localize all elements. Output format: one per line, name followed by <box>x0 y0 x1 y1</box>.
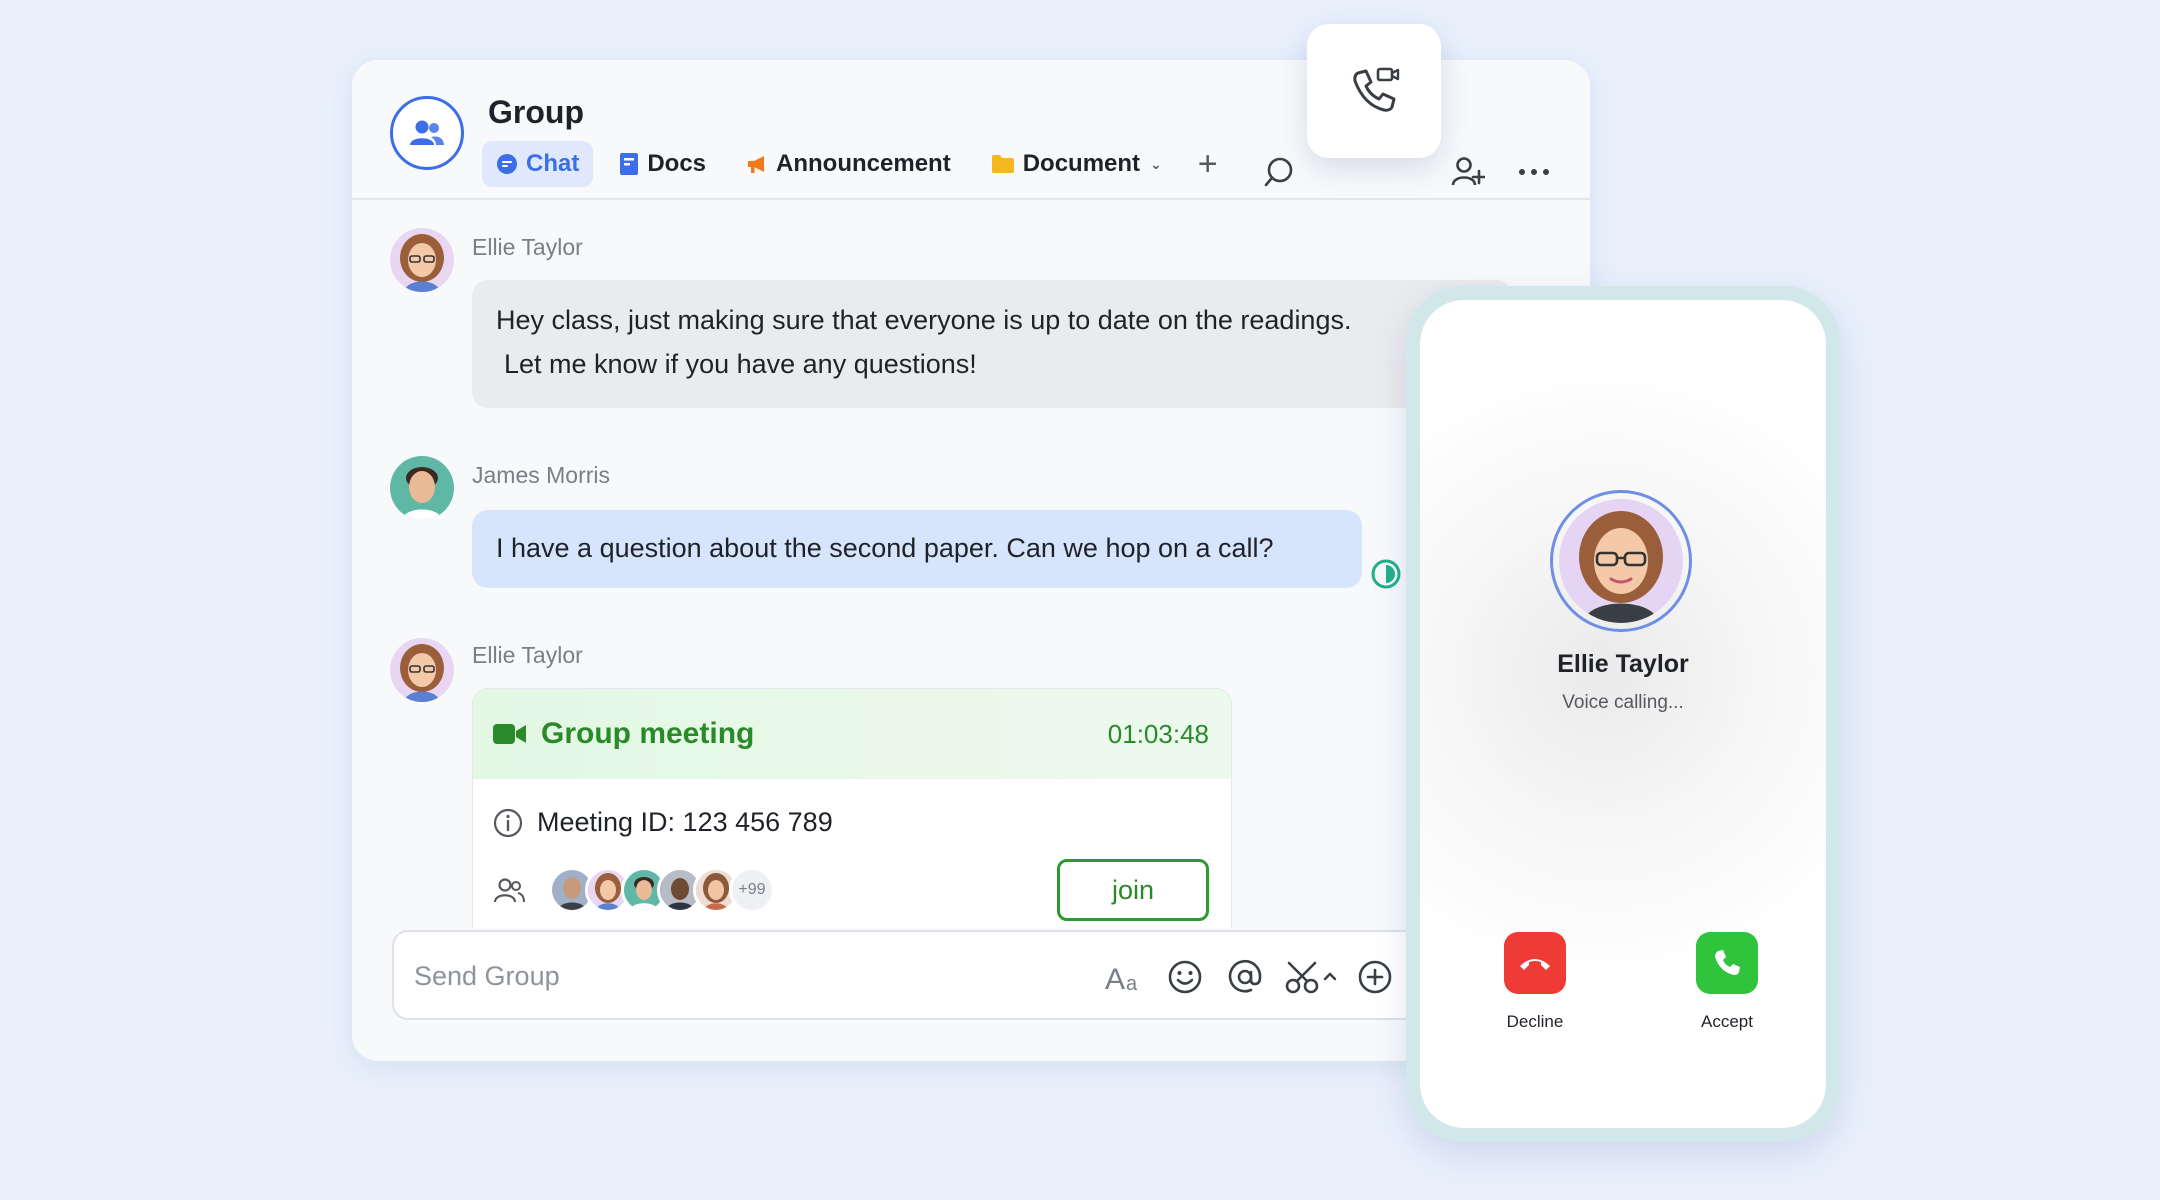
emoji-button[interactable] <box>1162 954 1208 1000</box>
more-icon <box>1519 169 1549 175</box>
text-format-icon: A a <box>1105 963 1138 993</box>
plus-circle-icon <box>1358 960 1392 994</box>
tab-chat[interactable]: Chat <box>482 141 594 187</box>
message-bubble[interactable]: Hey class, just making sure that everyon… <box>472 280 1512 408</box>
tab-document-label: Document <box>1022 150 1141 177</box>
decline-label: Decline <box>1506 1012 1564 1031</box>
tab-docs[interactable]: Docs <box>605 141 720 187</box>
folder-icon <box>991 155 1014 173</box>
more-participants-badge[interactable]: +99 <box>729 867 775 913</box>
meeting-id-row: Meeting ID: 123 456 789 <box>493 807 833 838</box>
avatar-james[interactable] <box>390 456 454 520</box>
docs-icon <box>620 153 639 175</box>
chat-bubble-icon <box>497 154 517 174</box>
call-button[interactable] <box>1307 24 1441 158</box>
read-status-icon <box>1371 559 1401 589</box>
caller-avatar-photo <box>1559 499 1683 623</box>
meeting-title: Group meeting <box>541 717 755 750</box>
accept-button[interactable] <box>1696 932 1758 994</box>
tab-chat-label: Chat <box>526 150 580 177</box>
group-title: Group <box>488 94 584 130</box>
add-member-icon <box>1451 157 1485 186</box>
group-users-icon <box>410 120 444 145</box>
info-icon <box>493 808 523 837</box>
mention-button[interactable] <box>1222 954 1268 1000</box>
phone-hangup-icon <box>1520 959 1550 970</box>
message-line: Let me know if you have any questions! <box>504 349 977 379</box>
accept-label: Accept <box>1701 1012 1753 1031</box>
text-format-button[interactable]: A a <box>1102 954 1148 1000</box>
add-tab-button[interactable]: + <box>1188 145 1228 184</box>
message-bubble[interactable]: I have a question about the second paper… <box>472 510 1362 588</box>
tab-announcement-label: Announcement <box>776 150 951 177</box>
mention-icon <box>1228 959 1262 993</box>
phone-screen: Ellie Taylor Voice calling... Decline Ac… <box>1420 300 1826 1128</box>
message-input[interactable] <box>414 952 1054 1000</box>
decline-button[interactable] <box>1504 932 1566 994</box>
sender-name: Ellie Taylor <box>472 234 583 260</box>
phone-accept-icon <box>1715 950 1740 975</box>
meeting-id: Meeting ID: 123 456 789 <box>537 807 833 837</box>
participant-list[interactable]: +99 <box>493 867 775 913</box>
more-actions-button[interactable] <box>1352 954 1398 1000</box>
scissors-icon <box>1285 961 1337 994</box>
add-member-button[interactable] <box>1448 152 1488 192</box>
svg-text:a: a <box>1126 973 1138 993</box>
tab-docs-label: Docs <box>647 150 707 177</box>
caller-avatar-image <box>1559 499 1683 623</box>
message-line: Hey class, just making sure that everyon… <box>496 305 1352 335</box>
incoming-call-phone: Ellie Taylor Voice calling... Decline Ac… <box>1406 286 1840 1142</box>
caller-avatar <box>1550 490 1692 632</box>
join-button[interactable]: join <box>1057 859 1209 921</box>
screenshot-button[interactable] <box>1282 954 1342 1000</box>
call-status: Voice calling... <box>1562 692 1684 713</box>
more-button[interactable] <box>1514 152 1554 192</box>
tab-bar: Chat Docs Announcement Document ⌄ + <box>482 140 1228 188</box>
avatar-ellie[interactable] <box>390 638 454 702</box>
ellie-avatar-image <box>390 228 454 292</box>
meeting-card[interactable]: Group meeting 01:03:48 Meeting ID: 123 4… <box>472 688 1232 928</box>
tab-document[interactable]: Document ⌄ <box>977 141 1176 187</box>
chevron-down-icon[interactable]: ⌄ <box>1150 156 1162 173</box>
meeting-card-header: Group meeting 01:03:48 <box>473 689 1231 779</box>
search-icon <box>1264 157 1293 187</box>
ellie-avatar-image <box>390 638 454 702</box>
tab-announcement[interactable]: Announcement <box>732 141 965 187</box>
participants-icon <box>493 878 525 903</box>
meeting-timer: 01:03:48 <box>1107 718 1209 749</box>
group-avatar[interactable] <box>390 96 464 170</box>
phone-video-icon <box>1353 67 1400 112</box>
emoji-icon <box>1168 960 1202 994</box>
search-button[interactable] <box>1260 152 1300 192</box>
sender-name: Ellie Taylor <box>472 642 583 668</box>
message-composer: A a <box>392 930 1572 1020</box>
james-avatar-image <box>390 456 454 520</box>
avatar-ellie[interactable] <box>390 228 454 292</box>
svg-text:A: A <box>1105 963 1125 993</box>
sender-name: James Morris <box>472 462 611 488</box>
video-camera-icon <box>493 724 526 744</box>
caller-name: Ellie Taylor <box>1557 650 1689 678</box>
megaphone-icon <box>748 156 765 173</box>
